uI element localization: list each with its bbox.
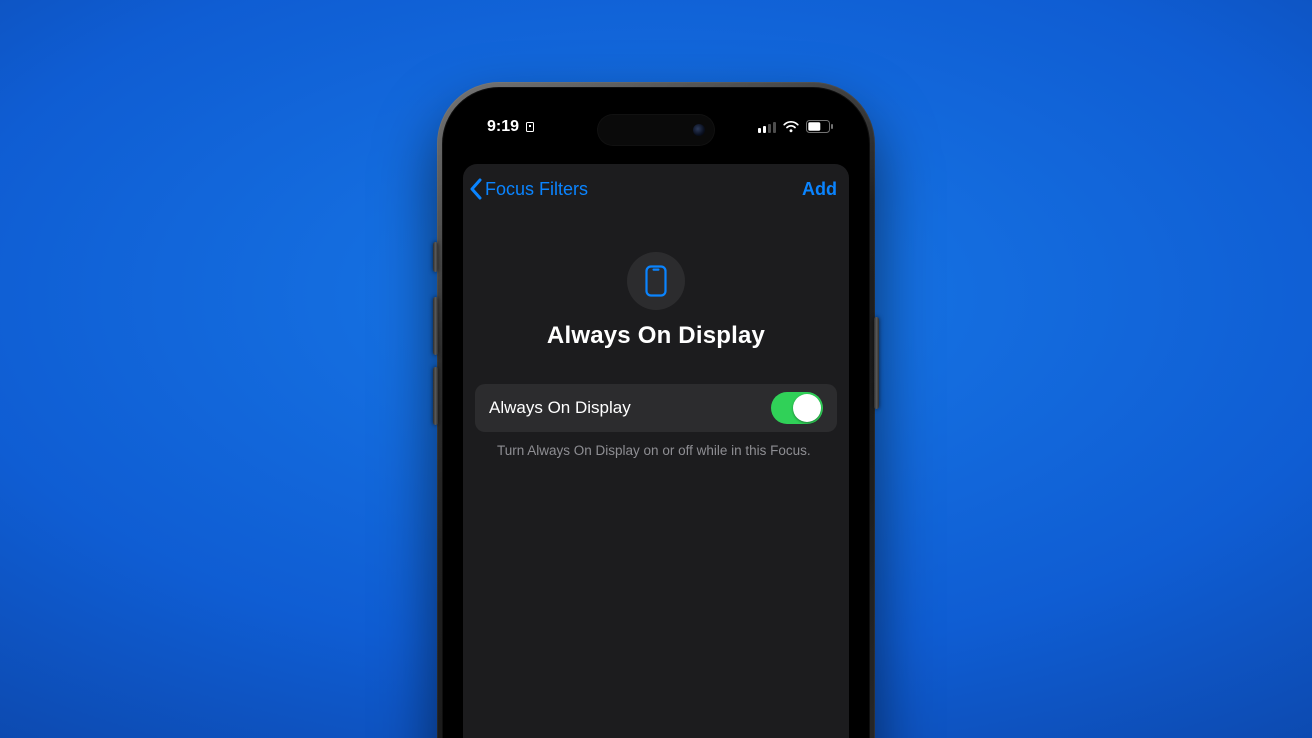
- phone-frame: 9:19: [437, 82, 875, 738]
- back-label: Focus Filters: [485, 179, 588, 200]
- nav-bar: Focus Filters Add: [463, 164, 849, 214]
- power-button: [874, 317, 879, 409]
- setting-description: Turn Always On Display on or off while i…: [497, 442, 815, 460]
- settings-group: Always On Display Turn Always On Display…: [475, 384, 837, 460]
- wifi-icon: [782, 120, 800, 133]
- settings-panel: Focus Filters Add Always On Display: [463, 164, 849, 738]
- volume-up-button: [433, 297, 438, 355]
- always-on-display-row[interactable]: Always On Display: [475, 384, 837, 432]
- iphone-icon: [645, 265, 667, 297]
- always-on-display-toggle[interactable]: [771, 392, 823, 424]
- cellular-signal-icon: [758, 121, 776, 133]
- phone-screen: 9:19: [457, 102, 855, 738]
- front-camera-icon: [693, 124, 705, 136]
- battery-icon: [806, 120, 833, 133]
- page-title: Always On Display: [547, 322, 765, 350]
- always-on-display-label: Always On Display: [489, 398, 631, 418]
- dynamic-island: [597, 114, 715, 146]
- volume-down-button: [433, 367, 438, 425]
- phone-bezel: 9:19: [442, 87, 870, 738]
- silence-switch: [433, 242, 438, 272]
- dual-sim-icon: [526, 122, 534, 132]
- add-button[interactable]: Add: [802, 179, 837, 200]
- toggle-knob: [793, 394, 821, 422]
- status-time: 9:19: [487, 118, 519, 136]
- hero: Always On Display: [463, 252, 849, 350]
- back-button[interactable]: Focus Filters: [469, 178, 588, 200]
- hero-icon-wrap: [627, 252, 685, 310]
- chevron-left-icon: [469, 178, 483, 200]
- stage: 9:19: [0, 0, 1312, 738]
